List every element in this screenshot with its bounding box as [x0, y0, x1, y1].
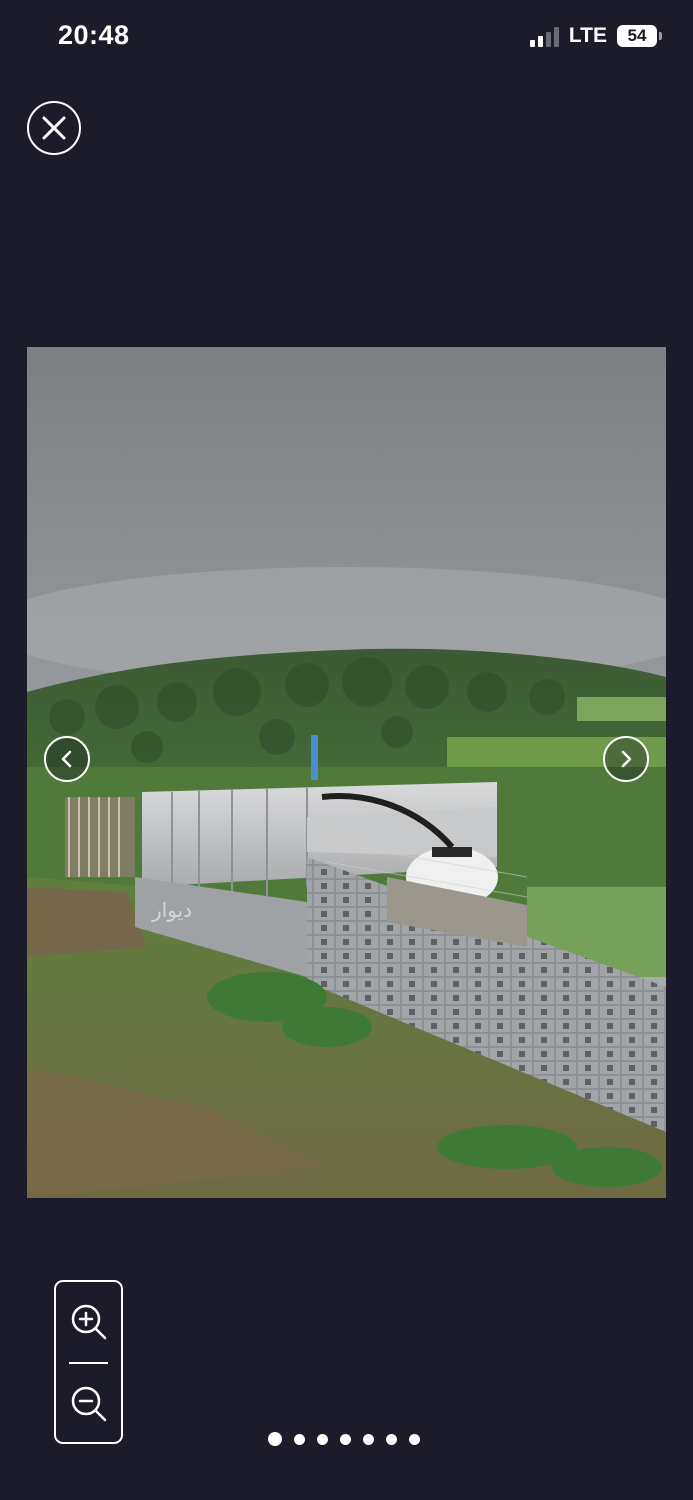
photo-image: دیوار: [27, 347, 666, 1198]
previous-photo-button[interactable]: [44, 736, 90, 782]
status-bar: 20:48 LTE 54: [0, 0, 693, 80]
status-indicators: LTE 54: [529, 24, 662, 48]
page-dot[interactable]: [363, 1433, 374, 1445]
battery-level: 54: [627, 26, 647, 45]
page-dot[interactable]: [386, 1433, 397, 1445]
close-icon: [42, 116, 66, 140]
zoom-out-button[interactable]: [56, 1368, 121, 1440]
page-dot[interactable]: [409, 1433, 420, 1445]
status-time: 20:48: [58, 20, 130, 50]
chevron-left-icon: [61, 750, 72, 768]
network-type: LTE: [568, 24, 607, 47]
zoom-divider: [69, 1362, 108, 1364]
next-photo-button[interactable]: [603, 736, 649, 782]
zoom-in-icon: [71, 1304, 106, 1340]
page-dot[interactable]: [294, 1433, 305, 1445]
page-dot[interactable]: [317, 1433, 328, 1445]
page-dot[interactable]: [340, 1433, 351, 1445]
battery-icon: 54: [617, 25, 662, 47]
zoom-in-button[interactable]: [56, 1286, 121, 1358]
page-indicator: [268, 1432, 420, 1446]
close-button[interactable]: [27, 101, 81, 155]
page-dot[interactable]: [268, 1432, 282, 1446]
listing-photo: دیوار: [27, 347, 666, 1198]
cellular-signal-icon: [529, 25, 559, 47]
chevron-right-icon: [621, 750, 632, 768]
watermark-text: دیوار: [151, 898, 192, 922]
zoom-controls: [54, 1280, 123, 1444]
zoom-out-icon: [71, 1386, 106, 1422]
